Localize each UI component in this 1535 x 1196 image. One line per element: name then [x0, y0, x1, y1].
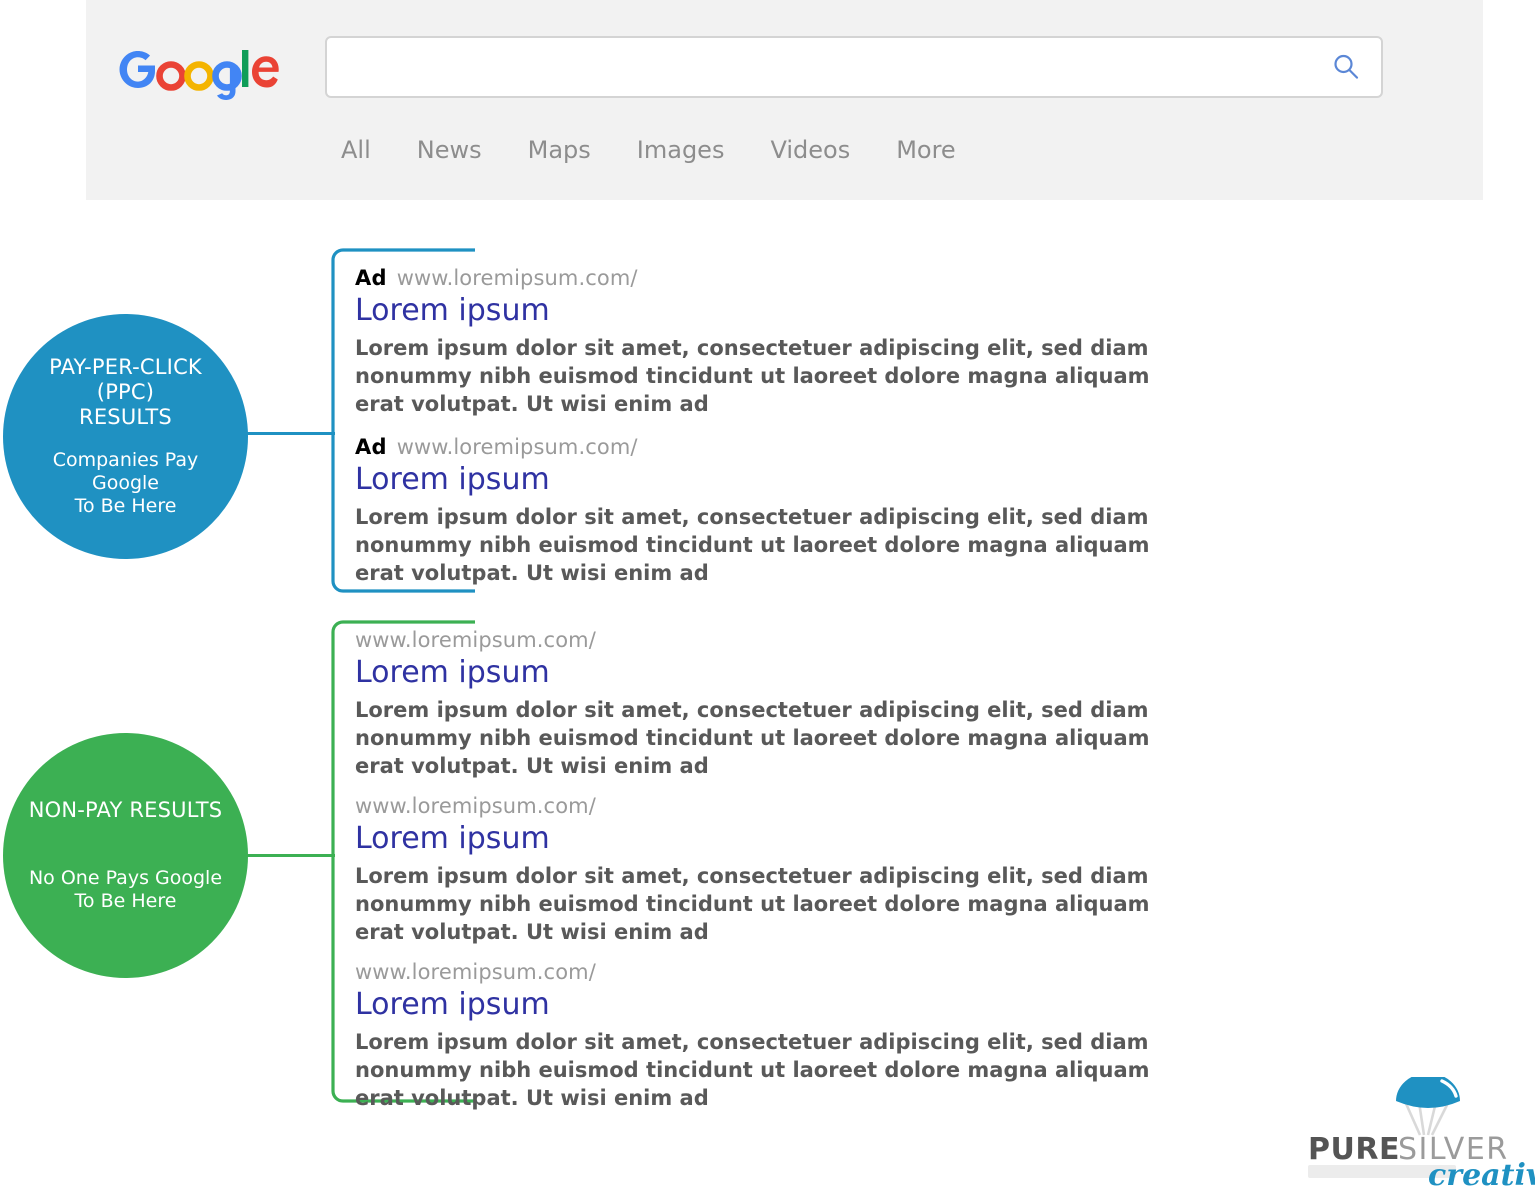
result-title[interactable]: Lorem ipsum [355, 461, 1185, 499]
search-result-organic[interactable]: www.loremipsum.com/ Lorem ipsum Lorem ip… [355, 794, 1185, 947]
search-box[interactable] [325, 36, 1383, 98]
result-url[interactable]: www.loremipsum.com/ [397, 266, 638, 290]
serp-tab-bar: All News Maps Images Videos More [341, 132, 956, 168]
connector-line-ppc [240, 432, 335, 435]
result-description: Lorem ipsum dolor sit amet, consectetuer… [355, 334, 1175, 419]
result-meta: www.loremipsum.com/ [355, 960, 1185, 984]
result-url[interactable]: www.loremipsum.com/ [397, 435, 638, 459]
google-logo [108, 30, 308, 102]
tab-images[interactable]: Images [637, 132, 725, 168]
result-title[interactable]: Lorem ipsum [355, 986, 1185, 1024]
callout-organic-title: NON-PAY RESULTS [29, 798, 223, 823]
tab-all[interactable]: All [341, 132, 371, 168]
result-title[interactable]: Lorem ipsum [355, 292, 1185, 330]
result-url[interactable]: www.loremipsum.com/ [355, 794, 596, 818]
search-result-ad[interactable]: Ad www.loremipsum.com/ Lorem ipsum Lorem… [355, 266, 1185, 419]
result-title[interactable]: Lorem ipsum [355, 654, 1185, 692]
svg-text:creative: creative [1428, 1158, 1535, 1192]
result-url[interactable]: www.loremipsum.com/ [355, 628, 596, 652]
tab-maps[interactable]: Maps [528, 132, 591, 168]
search-engine-header: All News Maps Images Videos More [86, 0, 1483, 200]
ad-badge: Ad [355, 266, 387, 290]
result-title[interactable]: Lorem ipsum [355, 820, 1185, 858]
callout-organic: NON-PAY RESULTS No One Pays Google To Be… [3, 733, 248, 978]
result-meta: www.loremipsum.com/ [355, 794, 1185, 818]
svg-text:PURE: PURE [1308, 1132, 1400, 1167]
result-url[interactable]: www.loremipsum.com/ [355, 960, 596, 984]
search-input[interactable] [343, 38, 1311, 96]
tab-videos[interactable]: Videos [770, 132, 850, 168]
search-result-ad[interactable]: Ad www.loremipsum.com/ Lorem ipsum Lorem… [355, 435, 1185, 588]
callout-ppc-subtitle: Companies Pay Google To Be Here [19, 449, 232, 517]
callout-ppc-title: PAY-PER-CLICK (PPC) RESULTS [19, 355, 232, 429]
result-meta: Ad www.loremipsum.com/ [355, 435, 1185, 459]
result-description: Lorem ipsum dolor sit amet, consectetuer… [355, 503, 1175, 588]
tab-more[interactable]: More [896, 132, 956, 168]
callout-organic-subtitle: No One Pays Google To Be Here [29, 867, 222, 913]
search-result-organic[interactable]: www.loremipsum.com/ Lorem ipsum Lorem ip… [355, 628, 1185, 781]
result-description: Lorem ipsum dolor sit amet, consectetuer… [355, 696, 1175, 781]
result-meta: Ad www.loremipsum.com/ [355, 266, 1185, 290]
connector-line-organic [240, 854, 335, 857]
ad-badge: Ad [355, 435, 387, 459]
result-meta: www.loremipsum.com/ [355, 628, 1185, 652]
result-description: Lorem ipsum dolor sit amet, consectetuer… [355, 1028, 1175, 1113]
search-result-organic[interactable]: www.loremipsum.com/ Lorem ipsum Lorem ip… [355, 960, 1185, 1113]
callout-ppc: PAY-PER-CLICK (PPC) RESULTS Companies Pa… [3, 314, 248, 559]
brand-logo-pure-silver-creative: PURE SILVER creative [1300, 1077, 1535, 1192]
result-description: Lorem ipsum dolor sit amet, consectetuer… [355, 862, 1175, 947]
tab-news[interactable]: News [417, 132, 482, 168]
search-icon[interactable] [1331, 52, 1361, 82]
